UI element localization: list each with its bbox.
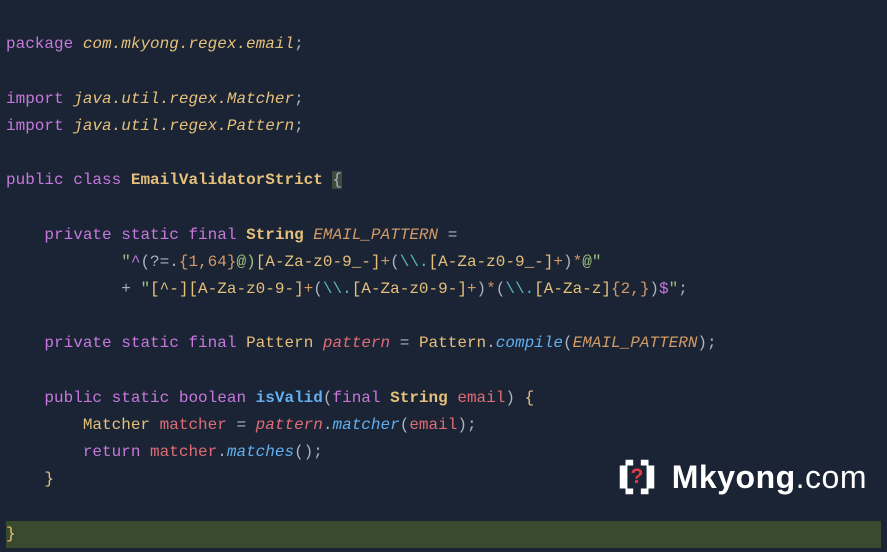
field-pattern: pattern: [323, 334, 390, 352]
line-10: + "[^-][A-Za-z0-9-]+(\\.[A-Za-z0-9-]+)*(…: [6, 280, 688, 298]
constant-email-pattern: EMAIL_PATTERN: [313, 226, 438, 244]
package-path: com.mkyong.regex.email: [83, 35, 294, 53]
line-1: package com.mkyong.regex.email;: [6, 35, 304, 53]
line-6: public class EmailValidatorStrict {: [6, 171, 342, 189]
brace-open-hl: {: [332, 171, 342, 189]
watermark: ? Mkyong.com: [614, 450, 867, 504]
watermark-text: Mkyong.com: [672, 450, 867, 504]
class-name: EmailValidatorStrict: [131, 171, 323, 189]
line-16: return matcher.matches();: [6, 443, 323, 461]
method-isvalid: isValid: [256, 389, 323, 407]
line-8: private static final String EMAIL_PATTER…: [6, 226, 467, 244]
line-15: Matcher matcher = pattern.matcher(email)…: [6, 416, 477, 434]
line-12: private static final Pattern pattern = P…: [6, 334, 717, 352]
import-path-2: java.util.regex.Pattern: [73, 117, 294, 135]
mkyong-logo-icon: ?: [614, 454, 660, 500]
line-4: import java.util.regex.Pattern;: [6, 117, 304, 135]
svg-text:?: ?: [630, 465, 643, 488]
line-17: }: [6, 470, 54, 488]
line-3: import java.util.regex.Matcher;: [6, 90, 304, 108]
import-path-1: java.util.regex.Matcher: [73, 90, 294, 108]
line-9: "^(?=.{1,64}@)[A-Za-z0-9_-]+(\\.[A-Za-z0…: [6, 253, 601, 271]
line-14: public static boolean isValid(final Stri…: [6, 389, 534, 407]
keyword-package: package: [6, 35, 73, 53]
line-19: }: [6, 521, 881, 548]
keyword-import: import: [6, 117, 64, 135]
keyword-import: import: [6, 90, 64, 108]
